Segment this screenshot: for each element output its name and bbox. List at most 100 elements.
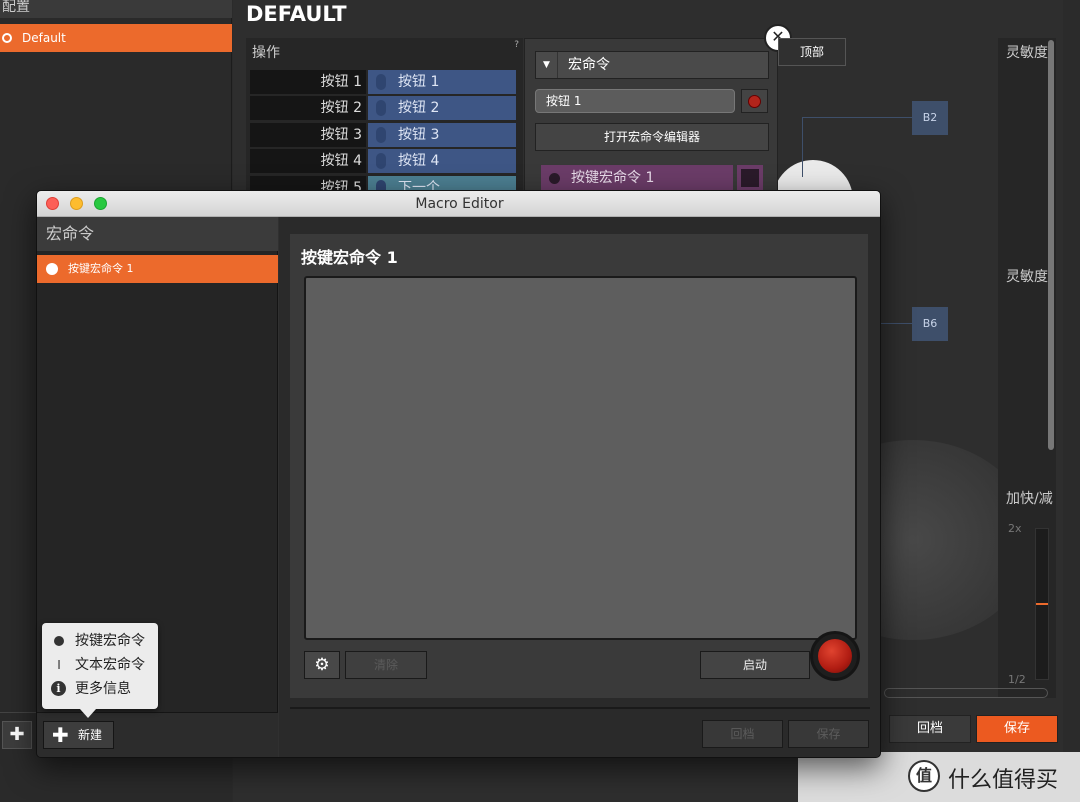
profile-label: Default	[22, 31, 66, 45]
top-view-button[interactable]: 顶部	[778, 38, 846, 66]
record-button[interactable]	[810, 631, 860, 681]
dropdown-value: 宏命令	[568, 57, 610, 73]
op-row-label: 按钮 3	[250, 123, 366, 147]
new-macro-menu: 按键宏命令 I 文本宏命令 i 更多信息	[42, 623, 158, 718]
op-row-value-text: 按钮 3	[398, 127, 440, 143]
acceleration-label: 加快/减	[1006, 491, 1053, 507]
op-row-value-text: 按钮 1	[398, 74, 440, 90]
minimize-window-icon[interactable]	[70, 197, 83, 210]
action-type-dropdown[interactable]: ▼ 宏命令	[535, 51, 769, 79]
macro-content: 按键宏命令 1 ⚙ 清除 启动	[290, 234, 868, 698]
op-row-value[interactable]: 按钮 1	[368, 70, 516, 94]
menu-item-key-macro[interactable]: 按键宏命令	[48, 630, 154, 652]
macro-list-item[interactable]: 按键宏命令 1	[541, 165, 733, 191]
sensitivity-label: 灵敏度	[1006, 269, 1048, 285]
operations-panel: 操作 ? 按钮 1 按钮 1 按钮 2 按钮 2 按钮 3 按钮 3 按钮 4 …	[246, 38, 523, 200]
op-row-value-text: 按钮 4	[398, 153, 440, 169]
menu-item-label: 更多信息	[75, 681, 131, 697]
revert-button[interactable]: 回档	[889, 715, 971, 743]
op-row-label: 按钮 4	[250, 149, 366, 173]
connector-line	[802, 117, 803, 177]
button-node-b6[interactable]: B6	[912, 307, 948, 341]
sidebar-item-label: 按键宏命令 1	[68, 262, 134, 275]
macro-title: 按键宏命令 1	[301, 248, 398, 267]
macro-editor-window: Macro Editor 宏命令 按键宏命令 1 ✚ 新建 按键宏命令 1 ⚙ …	[36, 190, 881, 758]
record-button[interactable]	[741, 89, 768, 113]
new-macro-button[interactable]: ✚ 新建	[43, 721, 114, 749]
button-node-b2[interactable]: B2	[912, 101, 948, 135]
op-row[interactable]: 按钮 1 按钮 1	[250, 70, 518, 94]
watermark-bar: 值 什么值得买	[798, 752, 1080, 802]
divider	[290, 707, 870, 709]
window-titlebar[interactable]: Macro Editor	[37, 191, 880, 217]
radio-icon	[2, 33, 12, 43]
zoom-window-icon[interactable]	[94, 197, 107, 210]
menu-pointer	[80, 709, 96, 718]
window-title: Macro Editor	[415, 196, 504, 212]
menu-item-text-macro[interactable]: I 文本宏命令	[48, 654, 154, 676]
operations-title: 操作	[252, 45, 280, 61]
op-row-value[interactable]: 按钮 2	[368, 96, 516, 120]
op-row-value[interactable]: 按钮 3	[368, 123, 516, 147]
key-field[interactable]: 按钮 1	[535, 89, 735, 113]
record-dot-icon	[46, 263, 58, 275]
side-scrollbar[interactable]	[1048, 40, 1054, 450]
macro-detail-panel: 按键宏命令 1 ⚙ 清除 启动 回档 保存	[279, 217, 880, 757]
mouse-button-icon	[376, 74, 386, 90]
op-row-label: 按钮 2	[250, 96, 366, 120]
new-macro-label: 新建	[78, 728, 103, 742]
info-icon: i	[51, 681, 66, 696]
help-icon[interactable]: ?	[514, 40, 519, 50]
profile-item-default[interactable]: Default	[0, 24, 232, 52]
scale-max-label: 2x	[1008, 522, 1022, 535]
plus-icon: ✚	[52, 723, 69, 747]
record-icon	[748, 95, 761, 108]
open-macro-editor-button[interactable]: 打开宏命令编辑器	[535, 123, 769, 151]
gear-icon: ⚙	[314, 655, 330, 675]
text-cursor-icon: I	[57, 658, 61, 672]
watermark-logo-icon: 值	[908, 760, 940, 792]
connector-line	[802, 117, 912, 118]
macro-events-area[interactable]	[304, 276, 857, 640]
op-row-value[interactable]: 按钮 4	[368, 149, 516, 173]
mouse-button-icon	[376, 153, 386, 169]
macro-assign-popup: ▼ 宏命令 按钮 1 打开宏命令编辑器 按键宏命令 1	[524, 38, 778, 198]
slider-handle[interactable]	[1036, 603, 1048, 605]
horizontal-scrollbar[interactable]	[884, 688, 1048, 698]
settings-button[interactable]: ⚙	[304, 651, 340, 679]
mouse-button-icon	[376, 127, 386, 143]
save-button[interactable]: 保存	[976, 715, 1058, 743]
menu-item-label: 按键宏命令	[75, 633, 145, 649]
checkbox-icon	[741, 169, 759, 187]
save-button[interactable]: 保存	[788, 720, 869, 748]
op-row[interactable]: 按钮 2 按钮 2	[250, 96, 518, 120]
profiles-header: 配置	[0, 0, 232, 18]
add-profile-button[interactable]: ✚	[2, 721, 32, 749]
macro-item-checkbox[interactable]	[737, 165, 763, 191]
sidebar-footer: ✚ 新建	[37, 712, 278, 757]
record-dot-icon	[54, 636, 64, 646]
sensitivity-label: 灵敏度	[1006, 45, 1048, 61]
macro-list-item-label: 按键宏命令 1	[571, 170, 655, 186]
revert-button[interactable]: 回档	[702, 720, 783, 748]
mouse-button-icon	[376, 100, 386, 116]
watermark-text: 什么值得买	[948, 768, 1059, 793]
op-row[interactable]: 按钮 4 按钮 4	[250, 149, 518, 173]
op-row-label: 按钮 1	[250, 70, 366, 94]
sidebar-header: 宏命令	[37, 217, 278, 251]
op-row-value-text: 按钮 2	[398, 100, 440, 116]
connector-line	[880, 323, 912, 324]
sidebar-item-macro[interactable]: 按键宏命令 1	[37, 255, 278, 283]
start-record-button[interactable]: 启动	[700, 651, 810, 679]
clear-button[interactable]: 清除	[345, 651, 427, 679]
op-row[interactable]: 按钮 3 按钮 3	[250, 123, 518, 147]
page-title: DEFAULT	[246, 2, 347, 26]
close-window-icon[interactable]	[46, 197, 59, 210]
menu-item-label: 文本宏命令	[75, 657, 145, 673]
record-dot-icon	[549, 173, 560, 184]
settings-side-panel: 灵敏度 灵敏度 加快/减 2x 1/2	[998, 38, 1056, 698]
menu-item-more-info[interactable]: i 更多信息	[48, 678, 154, 700]
record-icon	[818, 639, 852, 673]
dropdown-arrow-icon: ▼	[536, 52, 558, 78]
scale-min-label: 1/2	[1008, 673, 1026, 686]
